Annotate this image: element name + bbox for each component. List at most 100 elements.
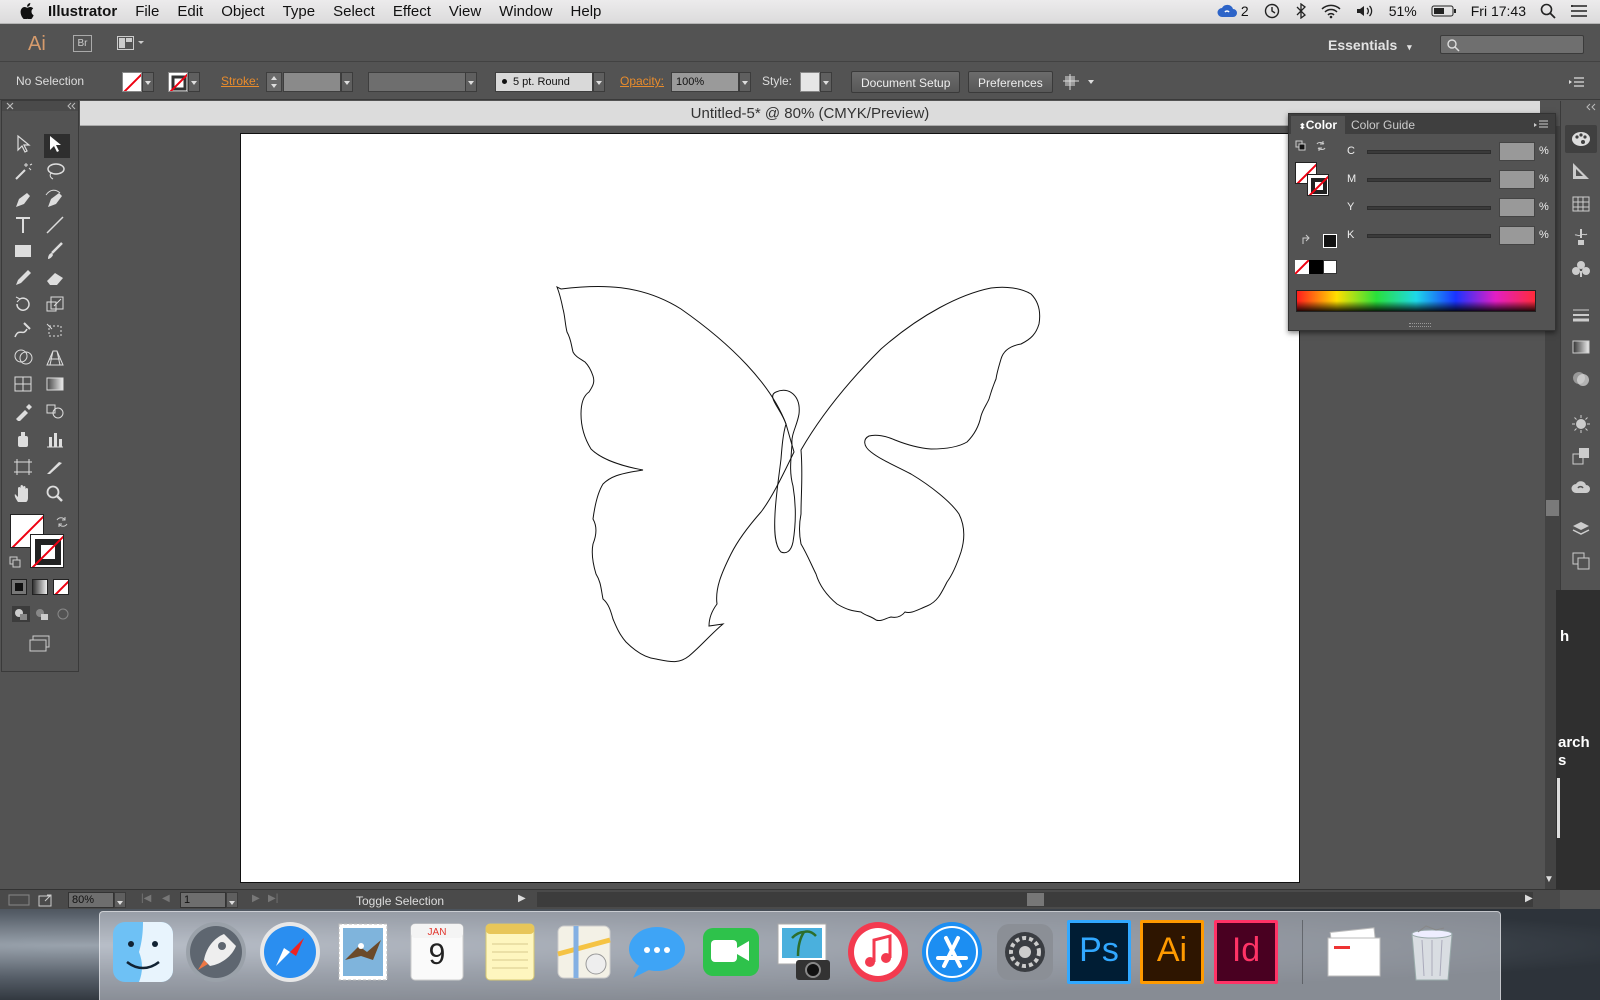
horizontal-scroll-thumb[interactable] xyxy=(1027,893,1044,906)
zoom-dropdown[interactable] xyxy=(114,892,126,908)
arrange-documents-icon[interactable] xyxy=(117,36,147,50)
zoom-level-input[interactable]: 80% xyxy=(68,892,114,908)
draw-normal-icon[interactable] xyxy=(12,606,30,622)
gradient-mode-button[interactable] xyxy=(32,579,48,595)
cyan-slider[interactable] xyxy=(1367,150,1491,154)
variable-width-profile[interactable] xyxy=(368,72,472,92)
finder-dock-item[interactable] xyxy=(111,920,175,984)
apple-icon[interactable] xyxy=(20,3,34,19)
battery-icon[interactable] xyxy=(1431,4,1457,18)
default-fill-stroke-icon[interactable] xyxy=(9,556,21,568)
calendar-dock-item[interactable]: JAN 9 xyxy=(405,920,469,984)
mail-dock-item[interactable] xyxy=(331,920,395,984)
gradient-panel-icon[interactable] xyxy=(1571,337,1591,357)
draw-inside-icon[interactable] xyxy=(54,606,72,622)
next-artboard-icon[interactable]: ▶ xyxy=(252,893,260,904)
stroke-label[interactable]: Stroke: xyxy=(221,74,259,88)
opacity-slider-toggle[interactable] xyxy=(739,72,751,92)
trash-dock-item[interactable] xyxy=(1400,920,1464,984)
panel-stroke-swatch[interactable] xyxy=(1307,174,1329,196)
spotlight-search-icon[interactable] xyxy=(1540,3,1556,19)
magenta-input[interactable] xyxy=(1499,170,1535,189)
transparency-icon[interactable] xyxy=(1571,369,1591,389)
facetime-dock-item[interactable] xyxy=(699,920,763,984)
vertical-scroll-thumb[interactable] xyxy=(1546,500,1559,516)
column-graph-tool[interactable] xyxy=(44,429,70,453)
stroke-weight-input[interactable] xyxy=(283,72,341,92)
opacity-input[interactable]: 100% xyxy=(671,72,739,92)
cc-libraries-icon[interactable] xyxy=(1571,477,1591,497)
eraser-tool[interactable] xyxy=(44,267,70,291)
clock[interactable]: Fri 17:43 xyxy=(1471,3,1526,19)
swatches-icon[interactable] xyxy=(1571,194,1591,214)
menu-app-name[interactable]: Illustrator xyxy=(34,3,126,20)
artboard-number-input[interactable]: 1 xyxy=(180,892,226,908)
zoom-tool[interactable] xyxy=(44,484,70,508)
fill-dropdown[interactable] xyxy=(142,72,154,92)
document-setup-button[interactable]: Document Setup xyxy=(851,71,961,93)
yellow-input[interactable] xyxy=(1499,198,1535,217)
last-artboard-icon[interactable]: ▶| xyxy=(268,893,278,904)
lasso-tool[interactable] xyxy=(44,161,70,185)
photoshop-dock-item[interactable]: Ps xyxy=(1067,920,1131,984)
iphoto-dock-item[interactable] xyxy=(772,920,836,984)
swap-colors-icon[interactable] xyxy=(1315,140,1327,152)
selection-tool[interactable] xyxy=(12,134,38,158)
brushes-icon[interactable] xyxy=(1571,227,1591,247)
menu-object[interactable]: Object xyxy=(212,3,273,20)
magic-wand-tool[interactable] xyxy=(12,161,38,185)
menu-file[interactable]: File xyxy=(126,3,168,20)
bluetooth-icon[interactable] xyxy=(1295,3,1307,19)
pencil-tool[interactable] xyxy=(12,267,38,291)
stroke-weight-stepper[interactable] xyxy=(266,72,282,92)
stroke-weight-dropdown[interactable] xyxy=(341,72,353,92)
color-mode-button[interactable] xyxy=(11,579,27,595)
indesign-dock-item[interactable]: Id xyxy=(1214,920,1278,984)
symbol-sprayer-tool[interactable] xyxy=(12,429,38,453)
butterfly-artwork[interactable] xyxy=(241,134,1299,882)
tab-color[interactable]: ⬍Color xyxy=(1291,116,1346,134)
none-mode-button[interactable] xyxy=(53,579,69,595)
battery-percent[interactable]: 51% xyxy=(1389,3,1417,19)
last-color-swatch[interactable] xyxy=(1323,234,1337,248)
menu-view[interactable]: View xyxy=(440,3,490,20)
stroke-panel-icon[interactable] xyxy=(1571,305,1591,325)
free-transform-tool[interactable] xyxy=(44,321,70,345)
artboard-tool[interactable] xyxy=(12,457,38,481)
paintbrush-tool[interactable] xyxy=(44,241,70,265)
tab-color-guide[interactable]: Color Guide xyxy=(1343,116,1423,134)
app-store-dock-item[interactable] xyxy=(920,920,984,984)
line-segment-tool[interactable] xyxy=(44,215,70,239)
graphic-styles-icon[interactable] xyxy=(1571,446,1591,466)
time-machine-icon[interactable] xyxy=(1263,3,1281,19)
layers-icon[interactable] xyxy=(1571,519,1591,539)
launchpad-dock-item[interactable] xyxy=(184,920,248,984)
screen-mode-icon[interactable] xyxy=(28,635,52,653)
collapse-icon[interactable] xyxy=(66,102,76,110)
control-menu-icon[interactable] xyxy=(1568,75,1586,89)
slice-tool[interactable] xyxy=(44,457,70,481)
out-of-gamut-icon[interactable] xyxy=(1301,234,1313,246)
black-input[interactable] xyxy=(1499,226,1535,245)
curvature-tool[interactable] xyxy=(44,189,70,213)
profile-dropdown[interactable] xyxy=(465,72,477,92)
draw-behind-icon[interactable] xyxy=(33,606,51,622)
menu-edit[interactable]: Edit xyxy=(168,3,212,20)
stroke-swatch[interactable] xyxy=(168,72,188,92)
collapse-panels-icon[interactable] xyxy=(1585,103,1597,111)
menu-select[interactable]: Select xyxy=(324,3,384,20)
rotate-tool[interactable] xyxy=(12,294,38,318)
symbols-icon[interactable] xyxy=(1571,259,1591,279)
maps-dock-item[interactable] xyxy=(552,920,616,984)
scroll-right-arrow-icon[interactable]: ▶ xyxy=(1525,893,1533,904)
stroke-dropdown[interactable] xyxy=(188,72,200,92)
safari-dock-item[interactable] xyxy=(258,920,322,984)
white-quick-swatch[interactable] xyxy=(1323,260,1337,274)
shape-builder-tool[interactable] xyxy=(12,347,38,371)
downloads-stack-dock-item[interactable] xyxy=(1322,920,1386,984)
status-menu-arrow-icon[interactable]: ▶ xyxy=(518,893,526,904)
panel-menu-icon[interactable] xyxy=(1533,118,1549,130)
stroke-color-swatch[interactable] xyxy=(30,534,64,568)
export-icon[interactable] xyxy=(38,893,54,907)
artboard-dropdown[interactable] xyxy=(226,892,238,908)
